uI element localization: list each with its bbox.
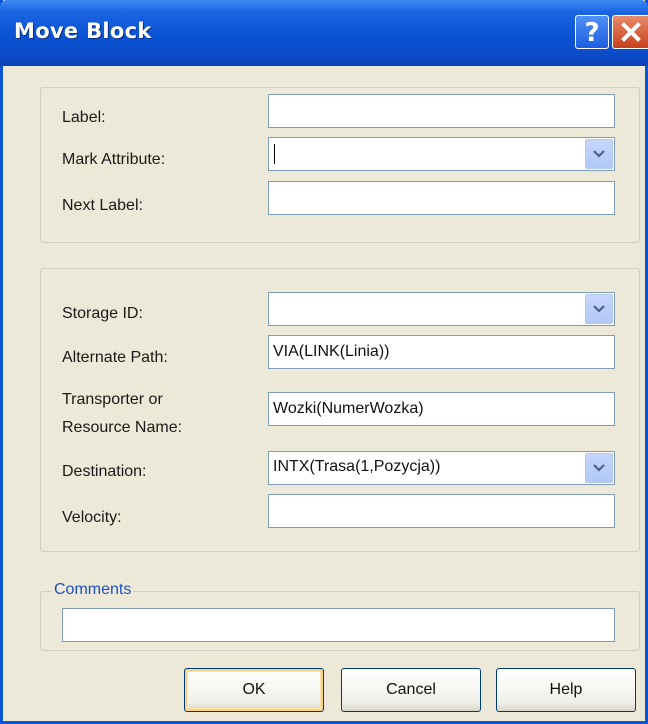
storage-id-label: Storage ID: [62, 305, 143, 322]
chevron-down-icon [593, 150, 605, 158]
next-label-input[interactable] [269, 182, 614, 214]
ok-button[interactable]: OK [184, 668, 324, 712]
text-caret [274, 144, 275, 164]
chevron-down-icon [593, 464, 605, 472]
help-button[interactable]: Help [496, 668, 636, 712]
storage-id-combo[interactable] [268, 292, 615, 326]
transporter-input[interactable] [269, 393, 614, 425]
alternate-path-label: Alternate Path: [62, 349, 168, 366]
comments-field[interactable] [62, 608, 615, 642]
destination-dropdown-button[interactable] [585, 453, 613, 483]
close-button[interactable] [612, 15, 648, 49]
alternate-path-field[interactable] [268, 335, 615, 369]
label-field[interactable] [268, 94, 615, 128]
help-title-button[interactable]: ? [575, 15, 609, 49]
comments-legend: Comments [52, 581, 134, 599]
next-label-field[interactable] [268, 181, 615, 215]
transporter-label-line1: Transporter or [62, 391, 163, 408]
storage-id-dropdown-button[interactable] [585, 294, 613, 324]
next-label-label: Next Label: [62, 197, 143, 214]
destination-label: Destination: [62, 463, 147, 480]
comments-input[interactable] [63, 609, 614, 641]
dialog-title: Move Block [14, 19, 152, 43]
question-icon: ? [584, 19, 599, 45]
velocity-input[interactable] [269, 495, 614, 527]
destination-value: INTX(Trasa(1,Pozycja)) [273, 458, 441, 475]
cancel-button[interactable]: Cancel [341, 668, 481, 712]
svg-text:?: ? [584, 19, 599, 45]
velocity-field[interactable] [268, 494, 615, 528]
mark-attribute-dropdown-button[interactable] [585, 139, 613, 169]
close-icon [620, 22, 641, 42]
transporter-field[interactable] [268, 392, 615, 426]
label-input[interactable] [269, 95, 614, 127]
title-bar: Move Block ? [0, 0, 648, 66]
alternate-path-input[interactable] [269, 336, 614, 368]
label-label: Label: [62, 109, 106, 126]
chevron-down-icon [593, 305, 605, 313]
destination-combo[interactable]: INTX(Trasa(1,Pozycja)) [268, 451, 615, 485]
transporter-label-line2: Resource Name: [62, 419, 183, 436]
mark-attribute-combo[interactable] [268, 137, 615, 171]
velocity-label: Velocity: [62, 509, 122, 526]
mark-attribute-label: Mark Attribute: [62, 151, 166, 168]
